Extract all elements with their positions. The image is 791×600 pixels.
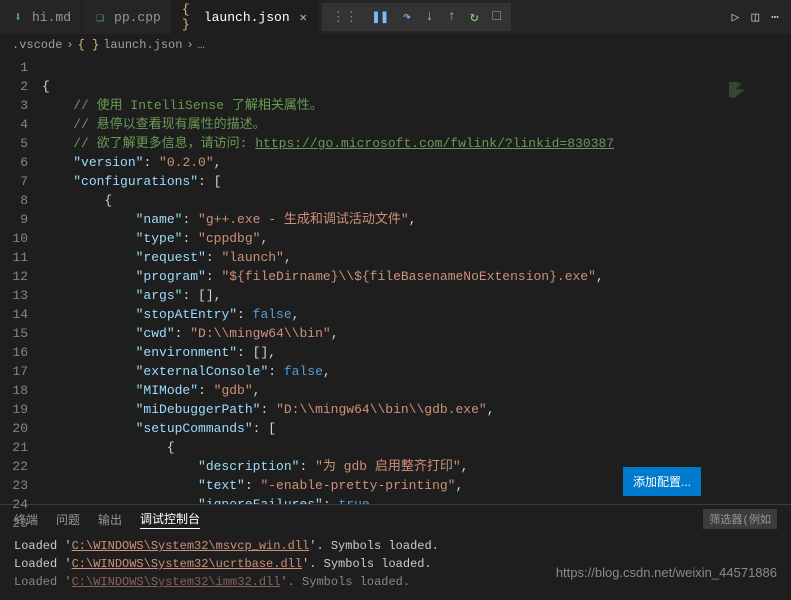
cpp-icon: ❏	[92, 9, 108, 25]
debug-console[interactable]: Loaded 'C:\WINDOWS\System32\msvcp_win.dl…	[0, 533, 791, 593]
markdown-icon: ⬇	[10, 9, 26, 25]
tab-bar: ⬇ hi.md ❏ pp.cpp { } launch.json ✕ ⋮⋮ ❚❚…	[0, 0, 791, 34]
editor-actions: ▷ ◫ ⋯	[732, 0, 791, 34]
debug-toolbar: ⋮⋮ ❚❚ ↷ ↓ ↑ ↻ □	[322, 3, 511, 31]
chevron-right-icon: ›	[186, 38, 193, 52]
tab-launch-json[interactable]: { } launch.json ✕	[172, 0, 318, 34]
pause-icon[interactable]: ❚❚	[372, 9, 389, 26]
breadcrumb-file: launch.json	[103, 38, 182, 52]
panel-tab-debug-console[interactable]: 调试控制台	[140, 510, 200, 529]
tab-pp-cpp[interactable]: ❏ pp.cpp	[82, 0, 172, 34]
line-gutter: 1 2 3 4 5 6 7 8 9 10 11 12 13 14 15 16 1…	[0, 56, 42, 504]
breadcrumb-trail: …	[198, 38, 205, 52]
stop-icon[interactable]: □	[492, 9, 500, 25]
filter-input[interactable]: 筛选器(例如	[703, 509, 777, 529]
tab-label: hi.md	[32, 10, 71, 25]
close-icon[interactable]: ✕	[300, 10, 307, 25]
more-icon[interactable]: ⋯	[771, 10, 779, 25]
code-content[interactable]: { // 使用 IntelliSense 了解相关属性。 // 悬停以查看现有属…	[42, 56, 791, 504]
step-over-icon[interactable]: ↷	[403, 9, 411, 26]
chevron-right-icon: ›	[66, 38, 73, 52]
panel-tab-problems[interactable]: 问题	[56, 511, 80, 528]
restart-icon[interactable]: ↻	[470, 9, 478, 26]
minimap[interactable]: ████████████████████████████████████████…	[729, 82, 789, 152]
json-icon: { }	[182, 9, 198, 25]
step-into-icon[interactable]: ↓	[425, 9, 433, 25]
tab-label: launch.json	[204, 10, 290, 25]
panel-tab-bar: 终端 问题 输出 调试控制台 筛选器(例如	[0, 504, 791, 533]
split-editor-icon[interactable]: ◫	[751, 10, 759, 25]
watermark: https://blog.csdn.net/weixin_44571886	[556, 565, 777, 580]
tab-label: pp.cpp	[114, 10, 161, 25]
json-icon: { }	[78, 38, 100, 52]
breadcrumb-folder: .vscode	[12, 38, 62, 52]
add-configuration-button[interactable]: 添加配置...	[623, 467, 701, 496]
tab-hi-md[interactable]: ⬇ hi.md	[0, 0, 82, 34]
breadcrumb[interactable]: .vscode › { } launch.json › …	[0, 34, 791, 56]
run-icon[interactable]: ▷	[732, 10, 740, 25]
editor[interactable]: 1 2 3 4 5 6 7 8 9 10 11 12 13 14 15 16 1…	[0, 56, 791, 504]
console-line: Loaded 'C:\WINDOWS\System32\msvcp_win.dl…	[14, 537, 777, 555]
panel-tab-output[interactable]: 输出	[98, 511, 122, 528]
drag-handle-icon[interactable]: ⋮⋮	[332, 10, 358, 25]
step-out-icon[interactable]: ↑	[448, 9, 456, 25]
